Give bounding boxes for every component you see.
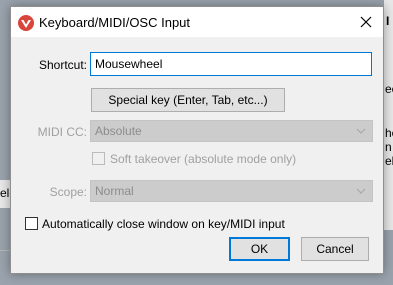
keyboard-midi-osc-dialog: Keyboard/MIDI/OSC Input Shortcut: Mousew…: [10, 6, 384, 274]
background-text-top-right: I: [386, 14, 390, 28]
cancel-button[interactable]: Cancel: [301, 237, 369, 261]
background-text-right-1: ec: [385, 82, 393, 96]
background-text-right-2: he: [385, 126, 393, 140]
scope-label: Scope:: [49, 185, 87, 199]
auto-close-label: Automatically close window on key/MIDI i…: [42, 217, 285, 231]
reaper-logo-icon: [18, 15, 34, 31]
chevron-down-icon: [356, 188, 366, 194]
midi-cc-label: MIDI CC:: [37, 125, 87, 139]
soft-takeover-label: Soft takeover (absolute mode only): [110, 152, 297, 166]
shortcut-label: Shortcut:: [38, 58, 87, 72]
dialog-title: Keyboard/MIDI/OSC Input: [39, 15, 191, 30]
background-text-right-4: ela: [385, 154, 393, 168]
shortcut-input[interactable]: Mousewheel: [90, 52, 372, 76]
background-window-right: [384, 0, 393, 230]
close-icon: [360, 16, 372, 28]
scope-select[interactable]: Normal: [90, 180, 373, 202]
scope-value: Normal: [95, 184, 134, 198]
chevron-down-icon: [356, 128, 366, 134]
title-bar[interactable]: Keyboard/MIDI/OSC Input: [11, 7, 383, 37]
ok-button[interactable]: OK: [229, 237, 290, 261]
special-key-button[interactable]: Special key (Enter, Tab, etc...): [91, 88, 285, 112]
background-divider: [0, 250, 10, 251]
midi-cc-select[interactable]: Absolute: [90, 120, 373, 142]
soft-takeover-checkbox[interactable]: [92, 152, 105, 165]
close-button[interactable]: [349, 9, 383, 35]
midi-cc-value: Absolute: [95, 124, 142, 138]
background-text-right-3: n: [385, 140, 392, 154]
auto-close-checkbox[interactable]: [25, 217, 38, 230]
